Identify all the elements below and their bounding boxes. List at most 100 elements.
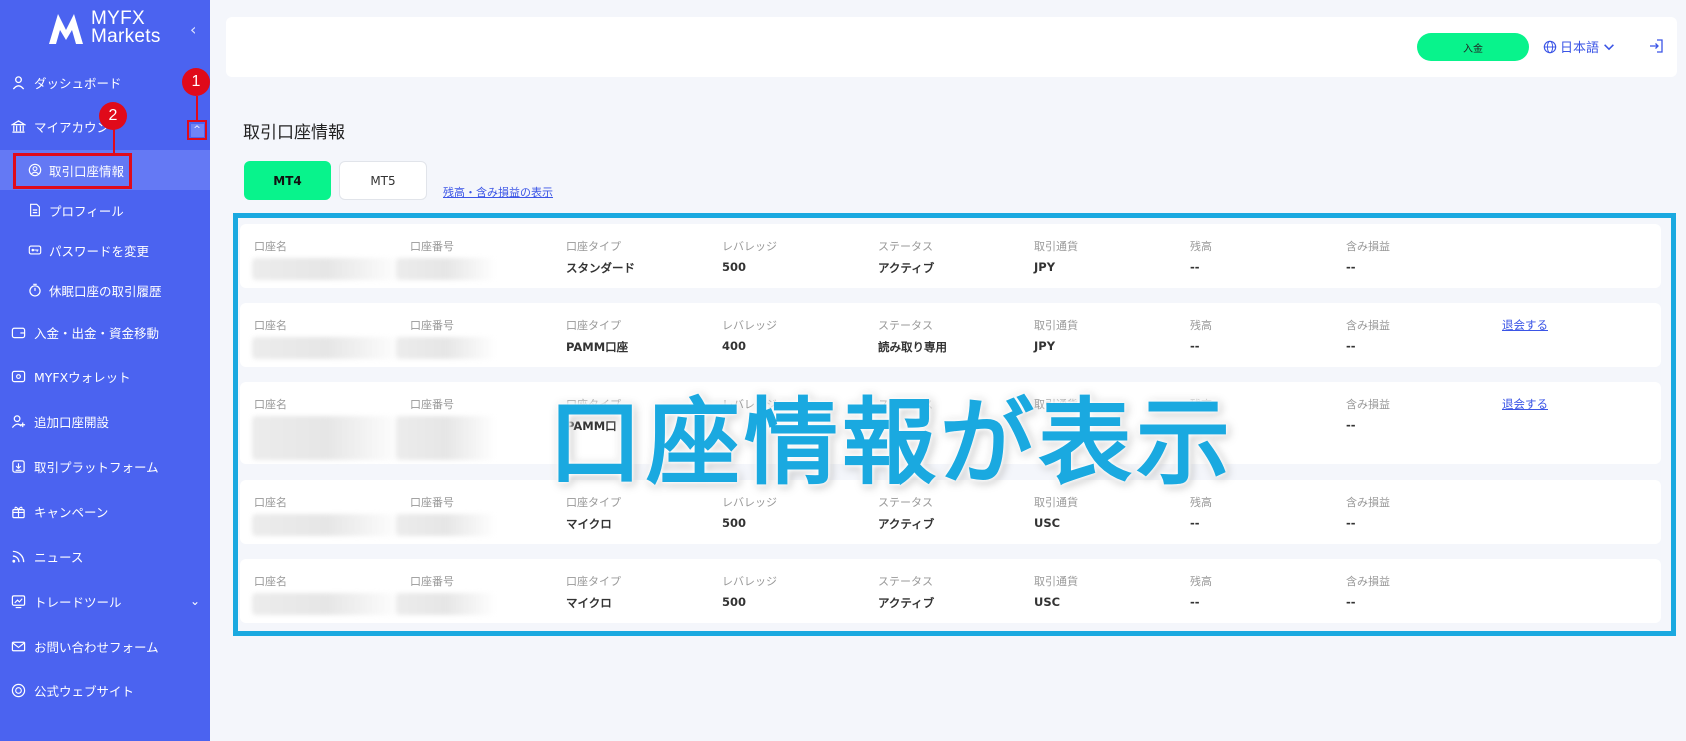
sidebar-item-news[interactable]: ニュース — [0, 536, 210, 576]
sidebar-item-myfx-wallet[interactable]: MYFXウォレット — [0, 356, 210, 396]
masked-account-name — [252, 514, 402, 536]
column-label: 口座番号 — [410, 240, 454, 253]
column-value: 400 — [722, 339, 747, 353]
column-value: マイクロ — [566, 517, 612, 531]
callout-line-2 — [113, 128, 115, 154]
language-selector[interactable]: 日本語 — [1543, 37, 1619, 56]
callout-badge-2: 2 — [99, 102, 127, 130]
sidebar-item-trading-platform[interactable]: 取引プラットフォーム — [0, 446, 210, 486]
column-label: ステータス — [878, 575, 933, 588]
column-label: 取引通貨 — [1034, 575, 1078, 588]
my-account-expand-toggle[interactable]: ^ — [187, 120, 207, 140]
sidebar-item-label: 追加口座開設 — [34, 414, 110, 430]
key-icon — [27, 243, 42, 258]
account-cell: 残高 -- — [1190, 573, 1212, 609]
myfx-logo-icon — [49, 14, 83, 44]
rss-icon — [11, 549, 26, 564]
account-cell: 取引通貨 USC — [1034, 573, 1078, 609]
account-cell: 口座タイプ PAMM口座 — [566, 317, 629, 354]
callout-line-1 — [196, 96, 198, 120]
account-cell: 含み損益 -- — [1346, 317, 1390, 353]
column-value: 500 — [722, 595, 747, 609]
sidebar-subitem-label: パスワードを変更 — [49, 243, 150, 259]
show-balance-pnl-link[interactable]: 残高・含み損益の表示 — [443, 184, 553, 200]
account-cell: 含み損益 -- — [1346, 238, 1390, 274]
column-value: USC — [1034, 516, 1061, 530]
account-cell: 口座名 — [254, 494, 287, 510]
column-label: 残高 — [1190, 319, 1212, 332]
sidebar-subitem-dormant-history[interactable]: 休眠口座の取引履歴 — [0, 270, 210, 310]
column-value: -- — [1346, 418, 1356, 432]
download-icon — [11, 459, 26, 474]
logout-icon[interactable] — [1648, 38, 1664, 54]
column-label: 残高 — [1190, 240, 1212, 253]
chevron-down-icon[interactable]: ⌄ — [190, 594, 200, 608]
column-label: レバレッジ — [722, 319, 777, 332]
column-value: -- — [1346, 260, 1356, 274]
sidebar-item-campaign[interactable]: キャンペーン — [0, 491, 210, 531]
sidebar-item-label: 公式ウェブサイト — [34, 683, 135, 699]
column-label: ステータス — [878, 240, 933, 253]
account-row[interactable]: 口座名 口座番号 口座タイプ マイクロ レバレッジ 500 ステータス アクティブ 取引通貨 US… — [240, 559, 1661, 623]
account-row[interactable]: 口座名 口座番号 口座タイプ PAMM口座 レバレッジ 400 ステータス 読み取り専用 取引通… — [240, 303, 1661, 367]
sidebar-subitem-change-password[interactable]: パスワードを変更 — [0, 230, 210, 270]
gift-icon — [11, 504, 26, 519]
column-label: 口座名 — [254, 398, 287, 411]
column-label: 含み損益 — [1346, 575, 1390, 588]
account-cell: 取引通貨 JPY — [1034, 238, 1078, 274]
tab-mt5[interactable]: MT5 — [339, 161, 427, 200]
overlay-caption: 口座情報が表示 — [548, 389, 1235, 498]
chart-icon — [11, 594, 26, 609]
withdraw-link[interactable]: 退会する — [1502, 317, 1548, 333]
column-value: スタンダード — [566, 261, 635, 275]
user-add-icon — [11, 414, 26, 429]
sidebar-item-label: MYFXウォレット — [34, 369, 131, 385]
column-value: アクティブ — [878, 261, 935, 275]
account-row[interactable]: 口座名 口座番号 口座タイプ スタンダード レバレッジ 500 ステータス アクティブ 取引通貨… — [240, 224, 1661, 288]
column-value: -- — [1346, 516, 1356, 530]
column-label: 口座名 — [254, 575, 287, 588]
column-value: PAMM口座 — [566, 340, 629, 354]
sidebar-item-label: ニュース — [34, 549, 84, 565]
wallet-icon — [11, 325, 26, 340]
tab-mt4[interactable]: MT4 — [244, 161, 331, 200]
callout-highlight-box — [13, 153, 132, 189]
sidebar-item-official-site[interactable]: 公式ウェブサイト — [0, 670, 210, 710]
account-cell: 口座名 — [254, 573, 287, 589]
sidebar: MYFX Markets ‹ ダッシュボード マイアカウン 取引口座情報 プロフ… — [0, 0, 210, 741]
sidebar-subitem-label: プロフィール — [49, 203, 124, 219]
deposit-button[interactable]: 入金 — [1417, 33, 1529, 61]
sidebar-item-label: トレードツール — [34, 594, 122, 610]
column-value: -- — [1190, 260, 1200, 274]
column-label: 口座番号 — [410, 398, 454, 411]
sidebar-item-contact[interactable]: お問い合わせフォーム — [0, 626, 210, 666]
account-cell: 含み損益 -- — [1346, 396, 1390, 432]
account-cell: レバレッジ 500 — [722, 238, 777, 274]
account-cell: 含み損益 -- — [1346, 573, 1390, 609]
sidebar-item-open-account[interactable]: 追加口座開設 — [0, 401, 210, 441]
chevron-left-icon[interactable]: ‹ — [190, 20, 196, 39]
column-label: レバレッジ — [722, 575, 777, 588]
callout-badge-1: 1 — [182, 68, 210, 96]
masked-account-number — [396, 416, 496, 460]
account-cell: レバレッジ 400 — [722, 317, 777, 353]
column-value: アクティブ — [878, 596, 935, 610]
column-label: 含み損益 — [1346, 319, 1390, 332]
withdraw-link[interactable]: 退会する — [1502, 396, 1548, 412]
sidebar-subitem-profile[interactable]: プロフィール — [0, 190, 210, 230]
column-label: 口座番号 — [410, 319, 454, 332]
logo-line-2: Markets — [91, 26, 161, 47]
column-value: 500 — [722, 516, 747, 530]
account-cell: 取引通貨 JPY — [1034, 317, 1078, 353]
column-value: アクティブ — [878, 517, 935, 531]
column-label: 含み損益 — [1346, 496, 1390, 509]
myfx-logo[interactable]: MYFX Markets — [47, 9, 161, 47]
column-label: 取引通貨 — [1034, 319, 1078, 332]
account-cell: ステータスアクティブ — [878, 238, 935, 275]
column-value: USC — [1034, 595, 1061, 609]
sidebar-item-dashboard[interactable]: ダッシュボード — [0, 62, 210, 102]
column-label: ステータス — [878, 319, 933, 332]
sidebar-item-trade-tools[interactable]: トレードツール ⌄ — [0, 581, 210, 621]
sidebar-item-deposit-withdraw[interactable]: 入金・出金・資金移動 — [0, 312, 210, 352]
column-label: 含み損益 — [1346, 398, 1390, 411]
